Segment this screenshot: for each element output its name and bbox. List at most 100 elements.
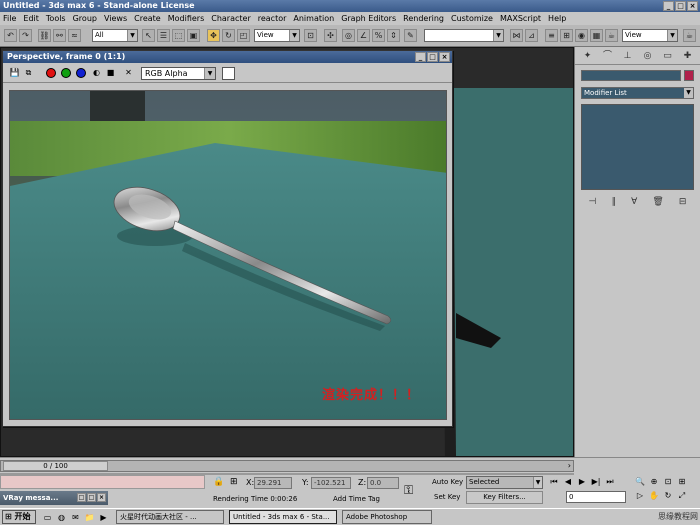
schematic-view-icon[interactable]: ⊞: [560, 29, 573, 42]
y-coord-input[interactable]: -102.521: [311, 477, 351, 489]
material-editor-icon[interactable]: ◉: [575, 29, 588, 42]
render-minimize-button[interactable]: _: [415, 52, 426, 62]
menu-tools[interactable]: Tools: [46, 12, 66, 25]
key-filters-button[interactable]: Key Filters...: [466, 491, 543, 504]
quick-render-2-icon[interactable]: ☕: [683, 29, 696, 42]
hierarchy-tab-icon[interactable]: ⊥: [621, 50, 634, 63]
menu-edit[interactable]: Edit: [23, 12, 39, 25]
monochrome-icon[interactable]: ■: [105, 67, 116, 78]
edit-named-selection-icon[interactable]: ✎: [404, 29, 417, 42]
render-type-dropdown[interactable]: View ▼: [622, 29, 678, 42]
window-crossing-icon[interactable]: ▣: [187, 29, 200, 42]
zoom-extents-all-icon[interactable]: ⊞: [676, 476, 688, 488]
pan-icon[interactable]: ✋: [648, 490, 660, 502]
angle-snap-icon[interactable]: ∠: [357, 29, 370, 42]
go-to-end-icon[interactable]: ⏭: [604, 476, 616, 488]
configure-sets-icon[interactable]: ⊟: [679, 197, 687, 211]
menu-group[interactable]: Group: [73, 12, 97, 25]
select-object-icon[interactable]: ↖: [142, 29, 155, 42]
z-coord-input[interactable]: 0.0: [367, 477, 399, 489]
arrow-right-icon[interactable]: ›: [568, 461, 571, 470]
bind-space-warp-icon[interactable]: ≈: [68, 29, 81, 42]
move-icon[interactable]: ✥: [207, 29, 220, 42]
reference-coord-dropdown[interactable]: View ▼: [254, 29, 300, 42]
vray-restore-button[interactable]: □: [77, 493, 86, 502]
create-tab-icon[interactable]: ✦: [581, 50, 594, 63]
make-unique-icon[interactable]: ∀: [631, 197, 637, 211]
minimize-button[interactable]: _: [663, 1, 674, 11]
named-selection-dropdown[interactable]: ▼: [424, 29, 504, 42]
select-manipulate-icon[interactable]: ✣: [324, 29, 337, 42]
region-select-icon[interactable]: ⬚: [172, 29, 185, 42]
remove-modifier-icon[interactable]: 🗑: [652, 197, 663, 211]
modifier-stack[interactable]: [581, 104, 694, 190]
pivot-center-icon[interactable]: ⊡: [304, 29, 317, 42]
mirror-icon[interactable]: ⋈: [510, 29, 523, 42]
snap-icon[interactable]: ◎: [342, 29, 355, 42]
select-by-name-icon[interactable]: ☰: [157, 29, 170, 42]
redo-icon[interactable]: ↷: [19, 29, 32, 42]
object-name-field[interactable]: [581, 70, 681, 81]
rotate-icon[interactable]: ↻: [222, 29, 235, 42]
unlink-icon[interactable]: ⚯: [53, 29, 66, 42]
zoom-extents-icon[interactable]: ⊡: [662, 476, 674, 488]
percent-snap-icon[interactable]: %: [372, 29, 385, 42]
menu-rendering[interactable]: Rendering: [403, 12, 444, 25]
menu-modifiers[interactable]: Modifiers: [168, 12, 205, 25]
render-close-button[interactable]: ×: [439, 52, 450, 62]
menu-create[interactable]: Create: [134, 12, 161, 25]
absolute-mode-icon[interactable]: ⊞: [230, 477, 238, 487]
alpha-channel-icon[interactable]: ◐: [91, 67, 102, 78]
menu-views[interactable]: Views: [104, 12, 127, 25]
go-to-start-icon[interactable]: ⏮: [548, 476, 560, 488]
align-icon[interactable]: ⊿: [525, 29, 538, 42]
menu-reactor[interactable]: reactor: [258, 12, 287, 25]
current-frame-field[interactable]: 0: [566, 491, 626, 503]
vray-maximize-button[interactable]: □: [87, 493, 96, 502]
quick-render-icon[interactable]: ☕: [605, 29, 618, 42]
menu-animation[interactable]: Animation: [293, 12, 334, 25]
time-slider-thumb[interactable]: 0 / 100: [3, 461, 108, 471]
previous-frame-icon[interactable]: ◀: [562, 476, 574, 488]
render-maximize-button[interactable]: □: [427, 52, 438, 62]
auto-key-button[interactable]: Auto Key: [432, 478, 463, 486]
clear-icon[interactable]: ✕: [123, 67, 134, 78]
pin-stack-icon[interactable]: ⊣: [589, 197, 597, 211]
motion-tab-icon[interactable]: ◎: [641, 50, 654, 63]
vray-message-window[interactable]: VRay messa... □ □ ×: [0, 491, 108, 505]
select-link-icon[interactable]: ⛓: [38, 29, 51, 42]
outlook-icon[interactable]: ✉: [70, 512, 81, 523]
clone-window-icon[interactable]: ⧉: [23, 67, 34, 78]
render-scene-icon[interactable]: ▦: [590, 29, 603, 42]
field-of-view-icon[interactable]: ▷: [634, 490, 646, 502]
zoom-all-icon[interactable]: ⊕: [648, 476, 660, 488]
menu-character[interactable]: Character: [211, 12, 251, 25]
play-icon[interactable]: ▶: [576, 476, 588, 488]
modify-tab-icon[interactable]: ⌒: [601, 50, 614, 63]
utilities-tab-icon[interactable]: ✚: [681, 50, 694, 63]
spinner-snap-icon[interactable]: ⇕: [387, 29, 400, 42]
modifier-list-dropdown[interactable]: Modifier List ▼: [581, 87, 694, 99]
add-time-tag[interactable]: Add Time Tag: [333, 495, 380, 503]
task-photoshop[interactable]: Adobe Photoshop: [342, 510, 432, 524]
key-icon[interactable]: ⚿: [404, 483, 413, 498]
lock-selection-icon[interactable]: 🔒: [213, 477, 224, 487]
zoom-icon[interactable]: 🔍: [634, 476, 646, 488]
menu-graph-editors[interactable]: Graph Editors: [341, 12, 396, 25]
green-channel-icon[interactable]: [61, 68, 71, 78]
vray-close-button[interactable]: ×: [97, 493, 106, 502]
explorer-icon[interactable]: 📁: [84, 512, 95, 523]
maximize-button[interactable]: □: [675, 1, 686, 11]
task-browser[interactable]: 火星时代动画大社区 - ...: [116, 510, 224, 524]
x-coord-input[interactable]: 29.291: [254, 477, 292, 489]
save-bitmap-icon[interactable]: 💾: [9, 67, 20, 78]
show-end-result-icon[interactable]: ∥: [611, 197, 616, 211]
blue-channel-icon[interactable]: [76, 68, 86, 78]
media-icon[interactable]: ▶: [98, 512, 109, 523]
start-button[interactable]: ⊞ 开始: [2, 510, 36, 524]
track-view-icon[interactable]: ≡: [545, 29, 558, 42]
time-slider[interactable]: 0 / 100 ›: [0, 460, 574, 472]
maximize-viewport-icon[interactable]: ⤢: [676, 490, 688, 502]
display-tab-icon[interactable]: ▭: [661, 50, 674, 63]
next-frame-icon[interactable]: ▶|: [590, 476, 602, 488]
